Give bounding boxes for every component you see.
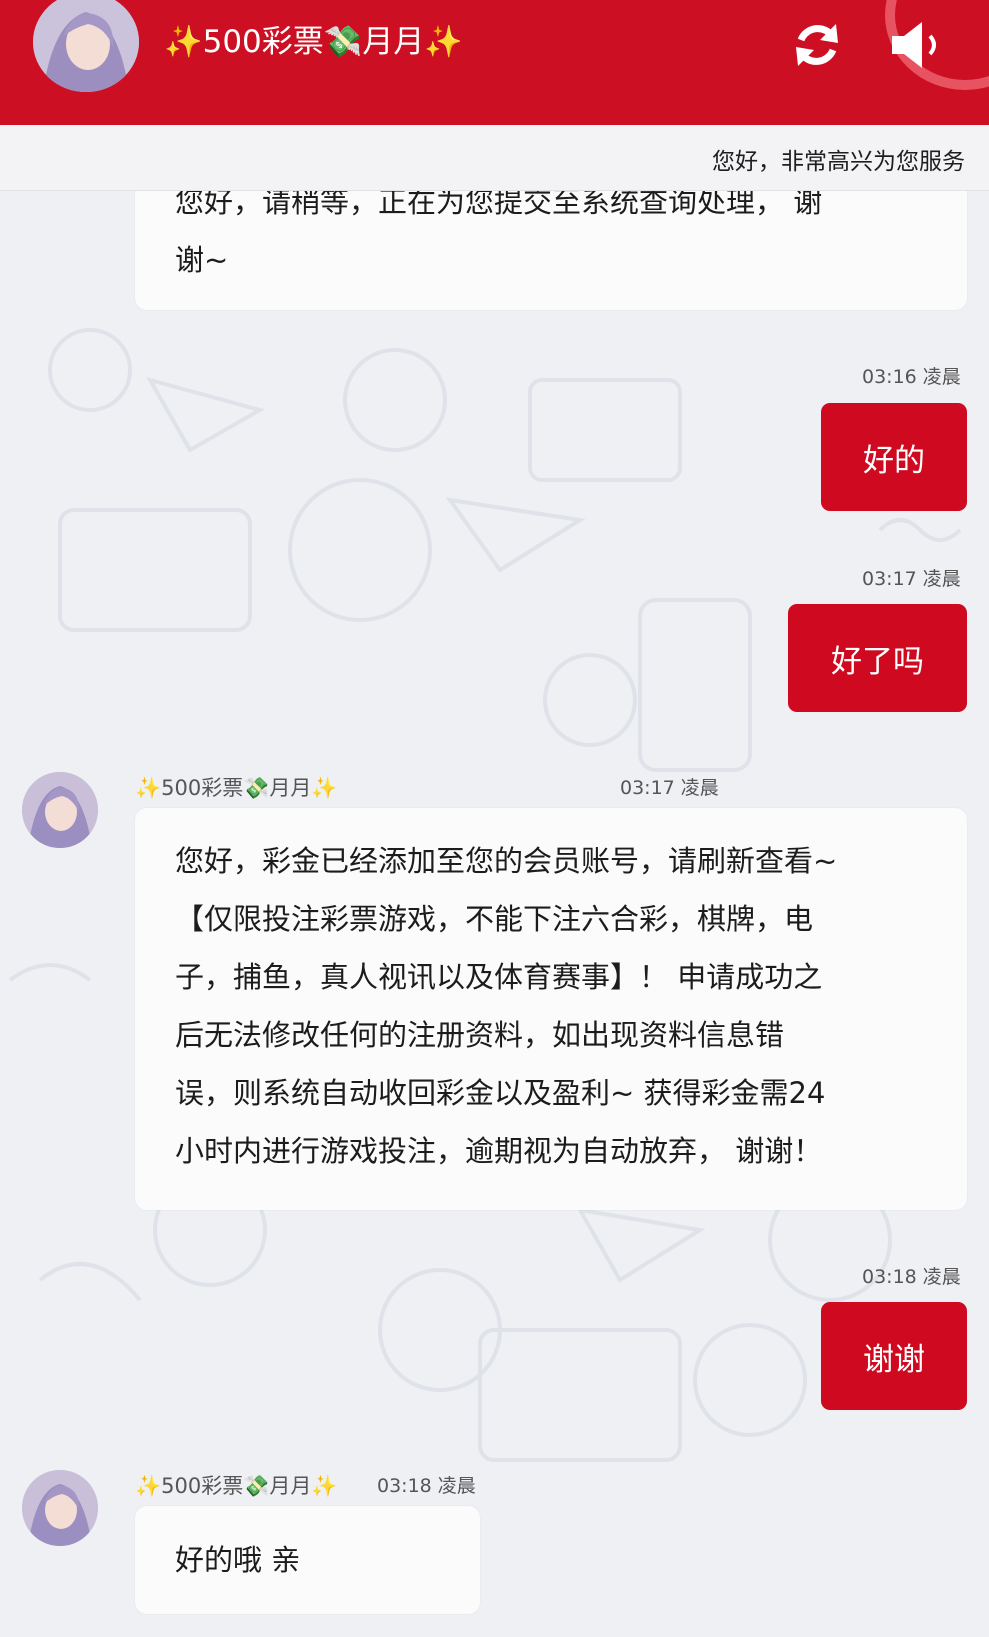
sender-name: ✨500彩票💸月月✨ bbox=[135, 1474, 338, 1498]
chat-title: ✨500彩票💸月月✨ bbox=[164, 24, 463, 60]
sent-message-bubble: 好的 bbox=[821, 403, 967, 511]
chat-header: ✨500彩票💸月月✨ bbox=[0, 0, 989, 125]
message-text: 谢谢 bbox=[863, 1341, 925, 1378]
received-message-bubble: 您好，彩金已经添加至您的会员账号，请刷新查看~ 【仅限投注彩票游戏，不能下注六合… bbox=[135, 808, 967, 1210]
announcement-bar: 您好，非常高兴为您服务 bbox=[0, 125, 989, 191]
received-message-bubble: 好的哦 亲 bbox=[135, 1506, 480, 1614]
agent-avatar[interactable] bbox=[33, 0, 139, 92]
agent-avatar[interactable] bbox=[22, 772, 98, 848]
message-line: 您好，彩金已经添加至您的会员账号，请刷新查看~ bbox=[175, 844, 838, 878]
message-line: 后无法修改任何的注册资料，如出现资料信息错 bbox=[175, 1018, 785, 1052]
message-line: 子，捕鱼，真人视讯以及体育赛事】！ 申请成功之 bbox=[175, 960, 823, 994]
message-line: 误，则系统自动收回彩金以及盈利~ 获得彩金需24 bbox=[175, 1076, 826, 1110]
sent-message-bubble: 好了吗 bbox=[788, 604, 967, 712]
message-line: 小时内进行游戏投注，逾期视为自动放弃， 谢谢！ bbox=[175, 1134, 823, 1168]
message-line: 谢~ bbox=[175, 243, 229, 277]
speaker-icon[interactable] bbox=[888, 16, 944, 74]
message-time: 03:18 凌晨 bbox=[377, 1475, 476, 1497]
announcement-text: 您好，非常高兴为您服务 bbox=[712, 149, 965, 175]
agent-avatar[interactable] bbox=[22, 1470, 98, 1546]
message-time: 03:17 凌晨 bbox=[862, 568, 961, 590]
message-text: 好了吗 bbox=[831, 643, 924, 680]
refresh-icon[interactable] bbox=[790, 18, 844, 72]
message-time: 03:18 凌晨 bbox=[862, 1266, 961, 1288]
message-line: 【仅限投注彩票游戏，不能下注六合彩，棋牌，电 bbox=[175, 902, 814, 936]
message-text: 好的哦 亲 bbox=[175, 1543, 301, 1577]
message-time: 03:17 凌晨 bbox=[620, 777, 719, 799]
message-time: 03:16 凌晨 bbox=[862, 366, 961, 388]
message-text: 好的 bbox=[863, 442, 925, 479]
sender-name: ✨500彩票💸月月✨ bbox=[135, 776, 338, 800]
sent-message-bubble: 谢谢 bbox=[821, 1302, 967, 1410]
